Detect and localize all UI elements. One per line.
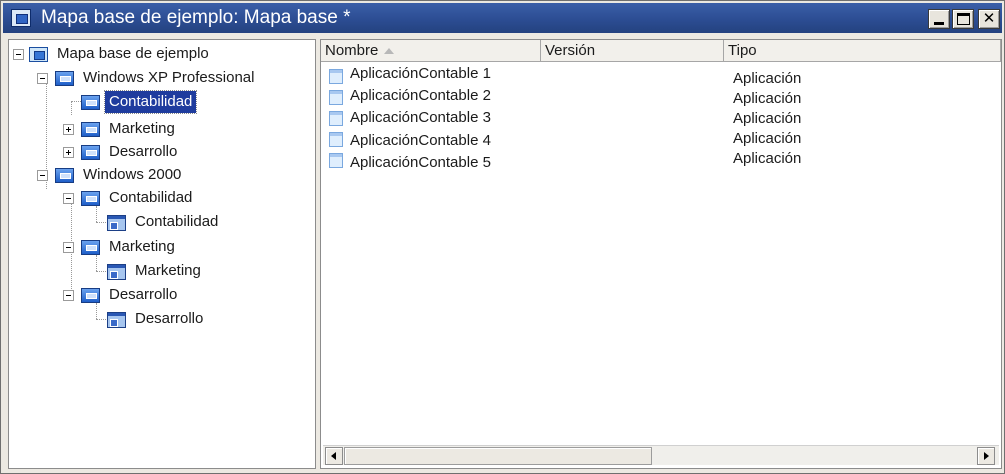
- map-window-icon[interactable]: [11, 9, 31, 27]
- cell-type: Aplicación: [733, 70, 802, 87]
- cell-type: Aplicación: [733, 130, 802, 147]
- cell-name: AplicaciónContable 5: [350, 154, 491, 171]
- tree-node-xp-marketing[interactable]: Marketing: [9, 118, 309, 140]
- tree-node-label: Desarrollo: [109, 143, 178, 160]
- minimize-icon: [934, 22, 944, 25]
- horizontal-scrollbar[interactable]: [323, 445, 999, 465]
- collapse-icon[interactable]: [37, 73, 48, 84]
- collapse-icon[interactable]: [63, 242, 74, 253]
- application-file-icon: [329, 153, 343, 168]
- cell-name: AplicaciónContable 3: [350, 109, 491, 126]
- window-title: Mapa base de ejemplo: Mapa base *: [41, 7, 351, 28]
- tree-node-w2k-marketing-app[interactable]: Marketing: [9, 260, 309, 282]
- group-icon: [55, 71, 74, 86]
- tree-node-xp-contabilidad[interactable]: Contabilidad: [9, 90, 309, 114]
- tree-node-w2k-contabilidad[interactable]: Contabilidad: [9, 187, 309, 209]
- cell-name: AplicaciónContable 1: [350, 65, 491, 82]
- tree-node-label: Marketing: [135, 262, 201, 279]
- application-file-icon: [329, 90, 343, 105]
- application-file-icon: [329, 132, 343, 147]
- tree-node-label: Contabilidad: [103, 90, 198, 114]
- title-bar[interactable]: Mapa base de ejemplo: Mapa base * ✕: [3, 3, 1002, 33]
- cell-name: AplicaciónContable 4: [350, 132, 491, 149]
- tree-node-label: Marketing: [109, 120, 175, 137]
- tree-node-label: Contabilidad: [109, 189, 193, 206]
- group-icon: [81, 122, 100, 137]
- cell-type: Aplicación: [733, 150, 802, 167]
- maximize-button[interactable]: [952, 9, 974, 29]
- map-root-icon: [29, 47, 48, 62]
- expand-icon[interactable]: [63, 147, 74, 158]
- tree-node-label: Marketing: [109, 238, 175, 255]
- cell-type: Aplicación: [733, 110, 802, 127]
- group-icon: [81, 95, 100, 110]
- tree-node-w2k-marketing[interactable]: Marketing: [9, 236, 309, 258]
- tree-node-w2k-desarrollo-app[interactable]: Desarrollo: [9, 308, 309, 330]
- application-icon: [107, 215, 126, 231]
- cell-name: AplicaciónContable 2: [350, 87, 491, 104]
- sort-ascending-icon: [384, 48, 395, 55]
- list-item[interactable]: AplicaciónContable 5 Aplicación: [321, 150, 981, 171]
- tree-pane[interactable]: Mapa base de ejemplo Windows XP Professi…: [8, 39, 316, 469]
- tree-node-label: Desarrollo: [135, 310, 204, 327]
- column-header-tipo[interactable]: Tipo: [724, 40, 1001, 62]
- tree-node-label: Contabilidad: [135, 213, 219, 230]
- list-item[interactable]: AplicaciónContable 4 Aplicación: [321, 129, 981, 150]
- group-icon: [81, 191, 100, 206]
- tree-node-w2k-contabilidad-app[interactable]: Contabilidad: [9, 211, 309, 233]
- list-item[interactable]: AplicaciónContable 3 Aplicación: [321, 108, 981, 129]
- tree-node-root[interactable]: Mapa base de ejemplo: [9, 43, 309, 65]
- application-icon: [107, 312, 126, 328]
- scroll-right-button[interactable]: [977, 447, 995, 465]
- application-icon: [107, 264, 126, 280]
- column-header-version[interactable]: Versión: [541, 40, 724, 62]
- column-header-label: Versión: [545, 42, 596, 59]
- list-pane[interactable]: Nombre Versión Tipo AplicaciónContable 1…: [320, 39, 1002, 469]
- tree-node-label: Windows XP Professional: [83, 69, 255, 86]
- list-header: Nombre Versión Tipo: [321, 40, 1001, 62]
- tree-node-windows-2000[interactable]: Windows 2000: [9, 164, 309, 186]
- tree-node-windows-xp[interactable]: Windows XP Professional: [9, 67, 309, 89]
- close-icon: ✕: [982, 10, 996, 27]
- group-icon: [81, 240, 100, 255]
- collapse-icon[interactable]: [63, 193, 74, 204]
- list-item[interactable]: AplicaciónContable 2 Aplicación: [321, 87, 981, 108]
- tree-node-label: Windows 2000: [83, 166, 182, 183]
- group-icon: [55, 168, 74, 183]
- collapse-icon[interactable]: [63, 290, 74, 301]
- tree-node-xp-desarrollo[interactable]: Desarrollo: [9, 141, 309, 163]
- column-header-label: Nombre: [325, 42, 379, 59]
- minimize-button[interactable]: [928, 9, 950, 29]
- cell-type: Aplicación: [733, 90, 802, 107]
- collapse-icon[interactable]: [13, 49, 24, 60]
- expand-icon[interactable]: [63, 124, 74, 135]
- close-button[interactable]: ✕: [978, 9, 1000, 29]
- maximize-icon: [957, 13, 970, 25]
- tree-node-label: Mapa base de ejemplo: [57, 45, 209, 62]
- collapse-icon[interactable]: [37, 170, 48, 181]
- list-item[interactable]: AplicaciónContable 1 Aplicación: [321, 65, 981, 87]
- group-icon: [81, 288, 100, 303]
- column-header-nombre[interactable]: Nombre: [321, 40, 541, 62]
- scroll-left-button[interactable]: [325, 447, 343, 465]
- application-file-icon: [329, 111, 343, 126]
- scrollbar-thumb[interactable]: [344, 447, 652, 465]
- tree-node-label: Desarrollo: [109, 286, 178, 303]
- column-header-label: Tipo: [728, 42, 757, 59]
- group-icon: [81, 145, 100, 160]
- application-window: Mapa base de ejemplo: Mapa base * ✕ Mapa…: [0, 0, 1005, 474]
- tree-node-w2k-desarrollo[interactable]: Desarrollo: [9, 284, 309, 306]
- application-file-icon: [329, 69, 343, 84]
